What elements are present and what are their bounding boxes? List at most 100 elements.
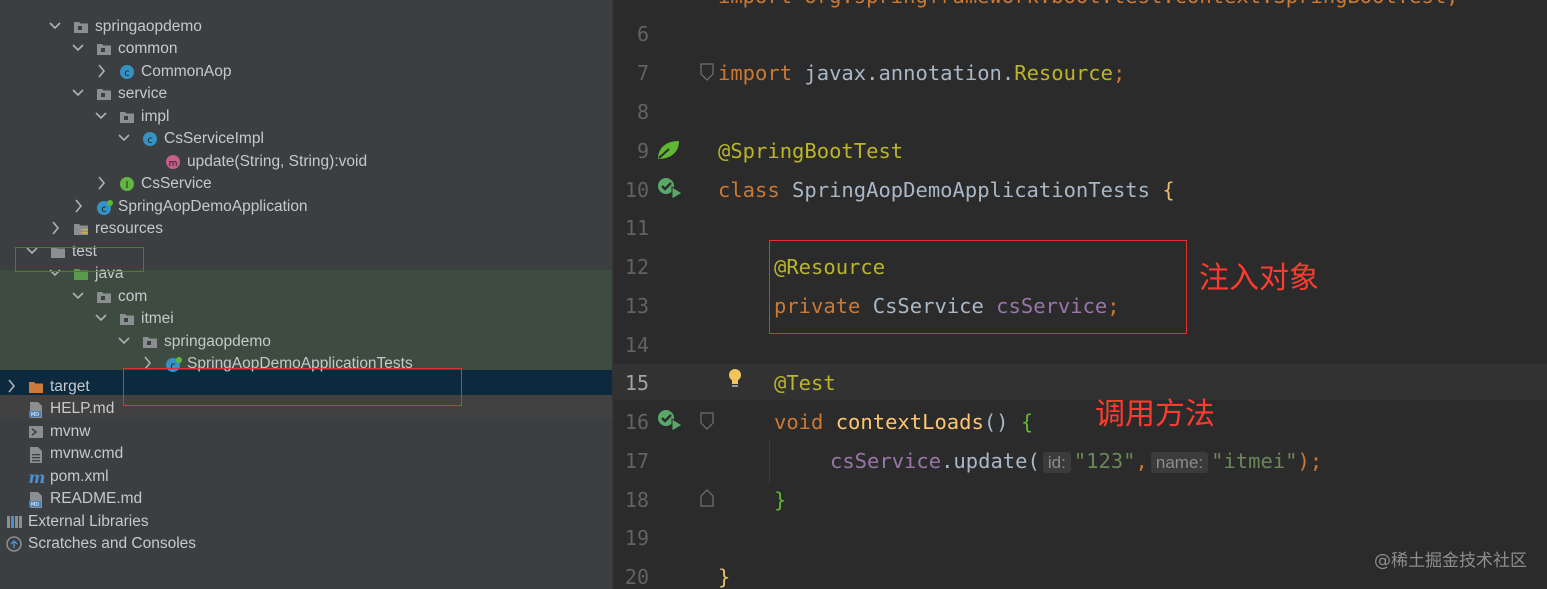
tree-row-label: README.md xyxy=(50,490,143,507)
tree-row[interactable]: springaopdemo xyxy=(0,330,612,355)
tree-row[interactable]: mvnw.cmd xyxy=(0,442,612,467)
svg-text:MD: MD xyxy=(31,412,39,418)
tree-row[interactable]: External Libraries xyxy=(0,510,612,535)
line-number-15: 15 xyxy=(624,371,649,395)
chevron-down-icon[interactable] xyxy=(118,130,130,146)
current-line-highlight xyxy=(614,364,1547,400)
tree-row-label: itmei xyxy=(141,310,174,327)
tree-row[interactable]: common xyxy=(0,37,612,62)
semicolon: ; xyxy=(1112,61,1126,85)
tree-row[interactable]: impl xyxy=(0,105,612,130)
libraries-icon xyxy=(6,514,22,530)
tree-row[interactable]: mvnw xyxy=(0,420,612,445)
interface-icon: I xyxy=(119,176,135,192)
tree-row-label: update(String, String):void xyxy=(187,152,368,170)
markdown-file-icon: MD xyxy=(28,491,44,508)
run-test-class-icon[interactable] xyxy=(656,176,684,206)
brace: } xyxy=(774,488,787,512)
chevron-right-icon[interactable] xyxy=(49,220,61,236)
chevron-down-icon[interactable] xyxy=(72,40,84,56)
inject-note: 注入对象 xyxy=(1199,261,1319,296)
tree-row-label: HELP.md xyxy=(50,400,115,417)
line-number-6: 6 xyxy=(636,22,649,46)
tree-row[interactable]: c SpringAopDemoApplication xyxy=(0,195,612,220)
chevron-down-icon[interactable] xyxy=(95,310,107,326)
code-line-5-partial: import org.springframework.boot.test.con… xyxy=(718,0,1459,8)
chevron-right-icon[interactable] xyxy=(72,198,84,214)
chevron-right-icon[interactable] xyxy=(5,378,17,394)
tree-row[interactable]: resources xyxy=(0,217,612,242)
project-tree[interactable]: springaopdemo common c CommonAop service impl… xyxy=(0,0,612,589)
fold-marker-icon[interactable] xyxy=(699,412,715,434)
package-icon xyxy=(119,109,135,125)
line-number-8: 8 xyxy=(636,100,649,124)
tree-row[interactable]: m update(String, String):void xyxy=(0,150,612,175)
call-end: ); xyxy=(1297,449,1323,473)
chevron-down-icon[interactable] xyxy=(72,288,84,304)
code-editor[interactable]: 6 7 8 9 10 11 12 13 14 15 16 17 18 19 20… xyxy=(614,0,1547,589)
brace: { xyxy=(1020,410,1034,434)
package-icon xyxy=(73,19,89,35)
line-number-10: 10 xyxy=(624,178,649,202)
chevron-down-icon[interactable] xyxy=(118,333,130,349)
tree-row[interactable]: springaopdemo xyxy=(0,15,612,40)
line-number-17: 17 xyxy=(624,449,649,473)
chevron-down-icon[interactable] xyxy=(49,18,61,34)
scratches-icon xyxy=(6,536,22,552)
chevron-down-icon[interactable] xyxy=(95,108,107,124)
tree-row[interactable]: service xyxy=(0,82,612,107)
package-icon xyxy=(142,334,158,350)
tree-row-label: Scratches and Consoles xyxy=(28,535,197,552)
line-number-9: 9 xyxy=(636,139,649,163)
import-package: javax.annotation. xyxy=(792,61,1015,85)
tree-row[interactable]: MD README.md xyxy=(0,487,612,512)
fold-marker-icon[interactable] xyxy=(699,489,715,511)
chevron-right-icon[interactable] xyxy=(95,63,107,79)
tree-row[interactable]: Scratches and Consoles xyxy=(0,532,612,557)
chevron-right-icon[interactable] xyxy=(95,175,107,191)
tree-row[interactable]: I CsService xyxy=(0,172,612,197)
package-icon xyxy=(96,41,112,57)
line-number-12: 12 xyxy=(624,255,649,279)
excluded-folder-icon xyxy=(28,379,44,395)
svg-text:MD: MD xyxy=(31,502,39,508)
markdown-file-icon: MD xyxy=(28,401,44,418)
comma: , xyxy=(1135,449,1148,473)
tree-row-label: SpringAopDemoApplication xyxy=(118,197,308,215)
code-line-16: void contextLoads() { xyxy=(774,410,1033,434)
svg-text:c: c xyxy=(147,135,153,146)
line-number-14: 14 xyxy=(624,333,649,357)
inject-highlight-box xyxy=(769,240,1187,334)
svg-text:I: I xyxy=(126,180,129,191)
tree-row[interactable]: com xyxy=(0,285,612,310)
code-line-18: } xyxy=(774,488,786,512)
tree-row[interactable]: m pom.xml xyxy=(0,465,612,490)
fold-marker-icon[interactable] xyxy=(699,63,715,85)
tree-row[interactable]: itmei xyxy=(0,307,612,332)
string-literal: "123" xyxy=(1073,449,1136,473)
tree-row-label: pom.xml xyxy=(50,467,109,485)
method-call: .update( xyxy=(941,449,1040,473)
parameter-hint: name: xyxy=(1150,452,1209,473)
tree-row[interactable]: c CsServiceImpl xyxy=(0,127,612,152)
chevron-down-icon[interactable] xyxy=(72,85,84,101)
import-class: Resource xyxy=(1014,61,1113,85)
package-icon xyxy=(96,289,112,305)
maven-icon: m xyxy=(28,468,46,487)
tree-row-label: resources xyxy=(95,220,164,237)
brace: { xyxy=(1162,178,1175,202)
tree-row[interactable]: c CommonAop xyxy=(0,60,612,85)
svg-text:m: m xyxy=(169,159,178,169)
code-line-9: @SpringBootTest xyxy=(718,139,903,163)
tree-row-label: target xyxy=(50,377,90,395)
intention-bulb-icon[interactable] xyxy=(727,367,743,393)
brace: } xyxy=(718,565,731,589)
keyword: class xyxy=(718,178,780,202)
watermark: @稀土掘金技术社区 xyxy=(1374,551,1527,571)
svg-text:c: c xyxy=(124,68,130,79)
tree-row-label: mvnw.cmd xyxy=(50,445,124,462)
tree-row-label: impl xyxy=(141,107,170,125)
run-test-method-icon[interactable] xyxy=(656,408,684,438)
spring-bean-icon[interactable] xyxy=(655,138,681,166)
code-line-20: } xyxy=(718,565,730,589)
